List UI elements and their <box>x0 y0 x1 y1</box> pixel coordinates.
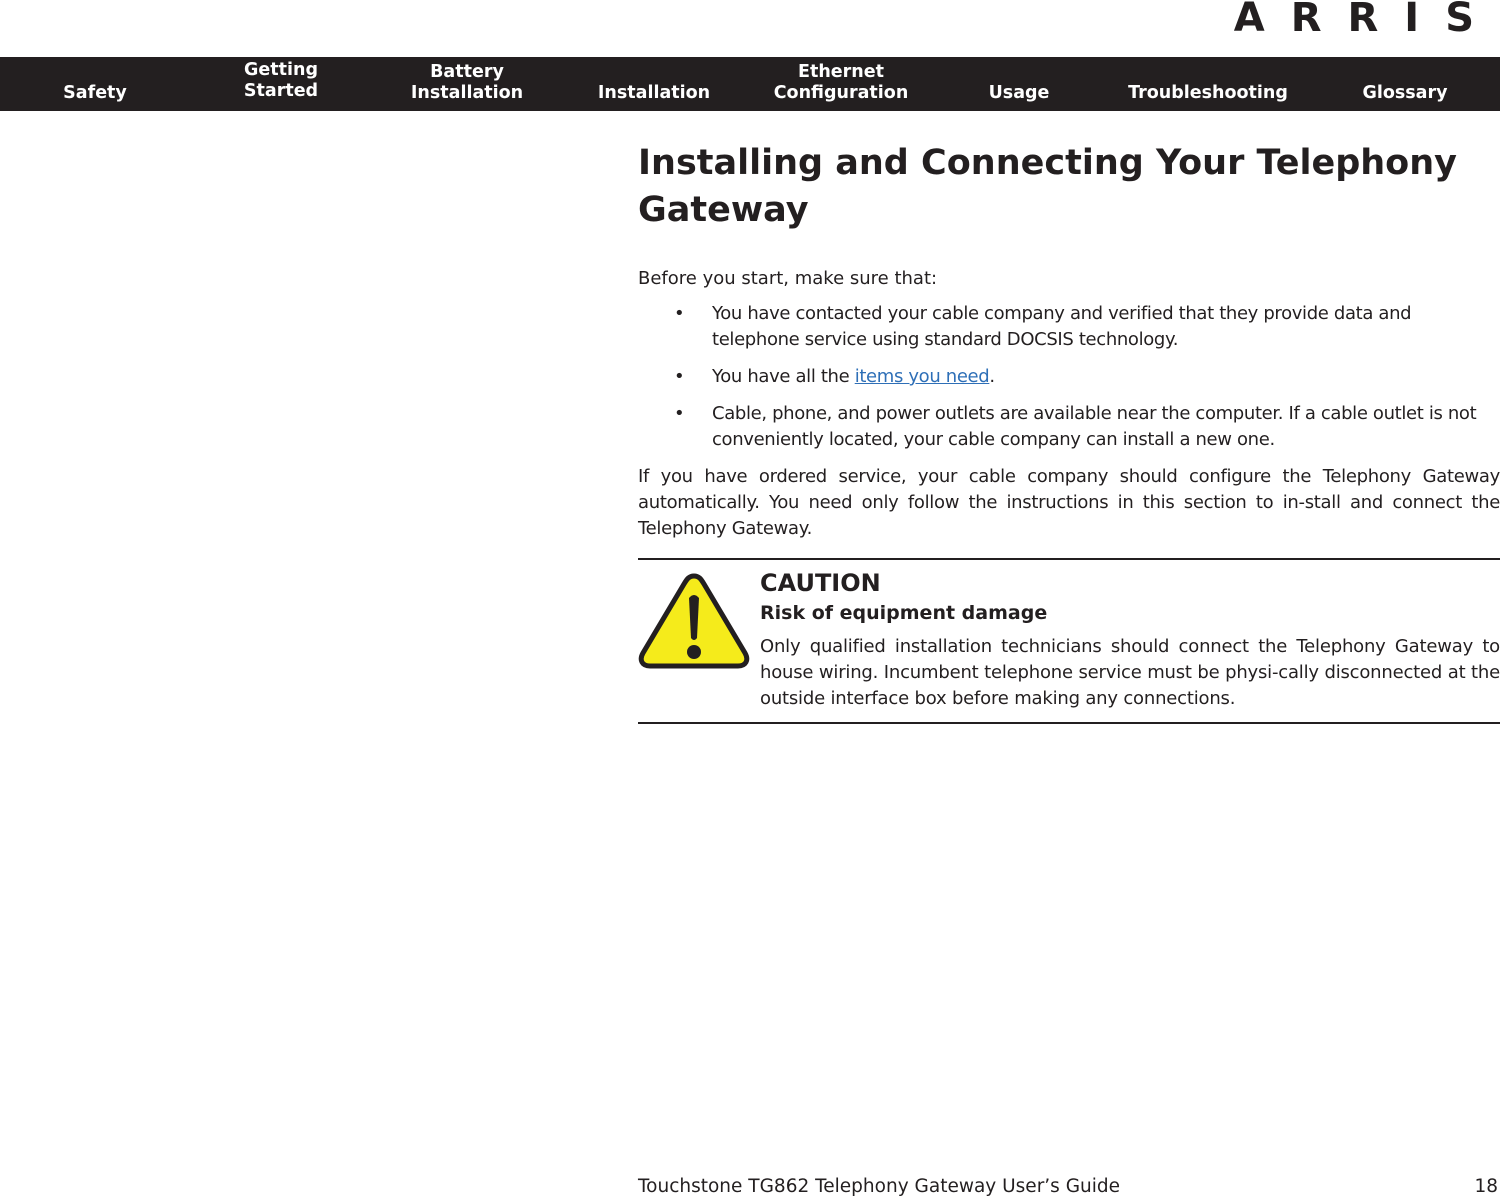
nav-tab-getting-started[interactable]: Getting Started <box>244 57 318 111</box>
page-number: 18 <box>1474 1176 1498 1197</box>
intro-text: Before you start, make sure that: <box>638 268 938 289</box>
bullet-icon: • <box>674 366 685 387</box>
nav-tab-label-line1: Getting <box>244 60 318 80</box>
list-item-text: Cable, phone, and power outlets are avai… <box>712 403 1477 450</box>
nav-tab-label: Usage <box>988 83 1050 103</box>
arris-logo: ARRIS <box>1233 0 1500 41</box>
caution-title: CAUTION <box>760 569 881 597</box>
nav-tab-label-line2: Configuration <box>773 83 909 103</box>
list-item: • Cable, phone, and power outlets are av… <box>638 401 1500 453</box>
nav-tab-ethernet-configuration[interactable]: Ethernet Configuration <box>774 57 909 111</box>
nav-tab-label: Troubleshooting <box>1128 83 1288 103</box>
nav-tab-troubleshooting[interactable]: Troubleshooting <box>1128 57 1288 111</box>
prerequisite-list: • You have contacted your cable company … <box>638 301 1500 453</box>
nav-tab-glossary[interactable]: Glossary <box>1362 57 1447 111</box>
caution-text: Only qualified installation technicians … <box>760 636 1500 709</box>
top-navigation: Safety Getting Started Battery Installat… <box>0 57 1500 111</box>
nav-tab-label: Glossary <box>1362 83 1448 103</box>
nav-tab-usage[interactable]: Usage <box>989 57 1050 111</box>
nav-tab-installation[interactable]: Installation <box>598 57 710 111</box>
nav-tab-safety[interactable]: Safety <box>63 57 127 111</box>
footer-guide-title: Touchstone TG862 Telephony Gateway User’… <box>638 1176 1121 1197</box>
list-item-text-prefix: You have all the <box>712 366 855 387</box>
page-title: Installing and Connecting Your Telephony… <box>638 143 1457 230</box>
bullet-icon: • <box>674 403 685 424</box>
warning-triangle-icon <box>638 573 750 669</box>
nav-tab-label: Safety <box>63 83 127 103</box>
list-item: • You have all the items you need. <box>638 364 1500 390</box>
bullet-icon: • <box>674 303 685 324</box>
nav-tab-battery-installation[interactable]: Battery Installation <box>411 57 523 111</box>
nav-tab-label-line1: Ethernet <box>798 62 884 82</box>
caution-box: CAUTION Risk of equipment damage Only qu… <box>638 558 1500 724</box>
service-paragraph: If you have ordered service, your cable … <box>638 466 1500 539</box>
list-item-text-suffix: . <box>989 366 995 387</box>
nav-tab-label: Installation <box>597 83 711 103</box>
caution-subtitle: Risk of equipment damage <box>760 602 1048 624</box>
main-content: Installing and Connecting Your Telephony… <box>638 140 1500 724</box>
list-item: • You have contacted your cable company … <box>638 301 1500 353</box>
nav-tab-label-line2: Installation <box>410 83 524 103</box>
list-item-text: You have contacted your cable company an… <box>712 303 1412 350</box>
nav-tab-label-line2: Started <box>243 81 319 101</box>
nav-tab-label-line1: Battery <box>430 62 504 82</box>
items-you-need-link[interactable]: items you need <box>855 366 990 387</box>
